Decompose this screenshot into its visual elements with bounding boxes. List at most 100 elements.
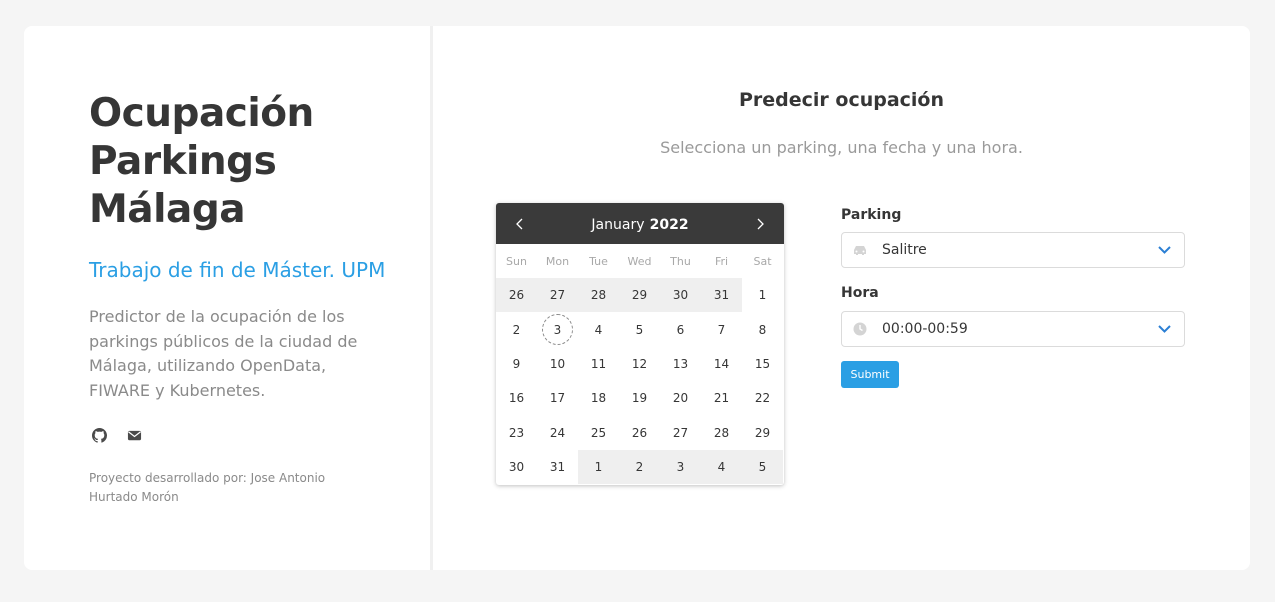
hora-select[interactable]: 00:00-00:59 <box>841 311 1185 347</box>
mail-icon[interactable] <box>127 428 142 443</box>
calendar-day[interactable]: 5 <box>742 449 783 485</box>
parking-select[interactable]: Salitre <box>841 232 1185 268</box>
calendar-day[interactable]: 21 <box>701 381 742 415</box>
calendar-day[interactable]: 26 <box>496 278 537 313</box>
calendar-day[interactable]: 8 <box>742 312 783 346</box>
calendar-day[interactable]: 30 <box>496 450 537 484</box>
calendar-day-number: 21 <box>713 391 730 406</box>
hora-value: 00:00-00:59 <box>882 321 968 337</box>
weekday-label: Tue <box>589 254 608 268</box>
app-description: Predictor de la ocupación de los parking… <box>89 307 358 401</box>
calendar-day-number: 9 <box>512 356 521 371</box>
calendar-day[interactable]: 2 <box>496 312 537 346</box>
calendar-day-number: 29 <box>631 288 648 303</box>
calendar-day[interactable]: 4 <box>701 449 742 485</box>
calendar-day-number: 26 <box>631 425 648 440</box>
calendar-day-number: 5 <box>635 322 644 337</box>
clock-icon <box>842 322 878 336</box>
calendar-day-number: 28 <box>713 425 730 440</box>
calendar-day[interactable]: 17 <box>537 381 578 415</box>
next-month-button[interactable] <box>751 215 769 233</box>
calendar-day[interactable]: 15 <box>742 347 783 381</box>
calendar-month-year: January 2022 <box>591 214 688 233</box>
weekday-label: Wed <box>627 254 652 268</box>
calendar-day-number: 2 <box>635 460 644 475</box>
calendar-day-number: 31 <box>713 288 730 303</box>
calendar-day-number: 14 <box>713 356 730 371</box>
calendar-day-number: 27 <box>549 288 566 303</box>
calendar-day[interactable]: 5 <box>619 312 660 346</box>
calendar-day-number: 4 <box>594 322 603 337</box>
calendar-day[interactable]: 12 <box>619 347 660 381</box>
calendar-day[interactable]: 7 <box>701 312 742 346</box>
calendar-day[interactable]: 13 <box>660 347 701 381</box>
calendar-day-number: 4 <box>717 460 726 475</box>
calendar-day-number: 27 <box>672 425 689 440</box>
calendar-day-number: 3 <box>676 460 685 475</box>
weekday-label: Thu <box>670 254 691 268</box>
weekday-label: Sat <box>753 254 772 268</box>
calendar-day[interactable]: 31 <box>537 450 578 484</box>
calendar-day[interactable]: 1 <box>742 278 783 312</box>
calendar-day[interactable]: 29 <box>619 278 660 313</box>
main-card: Ocupación Parkings Málaga Trabajo de fin… <box>24 26 1250 570</box>
calendar-day[interactable]: 6 <box>660 312 701 346</box>
author-credit: Proyecto desarrollado por: Jose Antonio … <box>89 471 326 504</box>
calendar-day[interactable]: 19 <box>619 381 660 415</box>
calendar-day[interactable]: 25 <box>578 416 619 450</box>
calendar-day[interactable]: 30 <box>660 278 701 313</box>
calendar-day[interactable]: 14 <box>701 347 742 381</box>
calendar-day[interactable]: 10 <box>537 347 578 381</box>
submit-button[interactable]: Submit <box>841 361 899 388</box>
hora-label: Hora <box>841 285 879 301</box>
calendar-day[interactable]: 23 <box>496 416 537 450</box>
calendar-day[interactable]: 2 <box>619 449 660 485</box>
calendar-day-number: 1 <box>758 288 767 303</box>
calendar-day[interactable]: 20 <box>660 381 701 415</box>
chevron-down-icon <box>1144 325 1184 333</box>
calendar-day[interactable]: 29 <box>742 416 783 450</box>
calendar-day-number: 17 <box>549 391 566 406</box>
calendar-day-number: 18 <box>590 391 607 406</box>
calendar-day-number: 28 <box>590 288 607 303</box>
prev-month-button[interactable] <box>511 215 529 233</box>
chevron-left-icon <box>516 218 523 229</box>
calendar-day-number: 19 <box>631 391 648 406</box>
calendar-day-number: 22 <box>754 391 771 406</box>
info-panel: Ocupación Parkings Málaga Trabajo de fin… <box>24 26 430 570</box>
calendar-day-today[interactable]: 3 <box>537 312 578 346</box>
calendar-day[interactable]: 24 <box>537 416 578 450</box>
calendar-day-number: 5 <box>758 460 767 475</box>
calendar-day[interactable]: 28 <box>701 416 742 450</box>
calendar-day-number: 6 <box>676 322 685 337</box>
calendar-day[interactable]: 27 <box>537 278 578 313</box>
calendar-day-number: 3 <box>542 314 573 346</box>
chevron-down-icon <box>1144 246 1184 254</box>
calendar-day[interactable]: 18 <box>578 381 619 415</box>
social-links <box>92 428 142 443</box>
calendar-day-number: 20 <box>672 391 689 406</box>
calendar-month: January <box>591 217 645 233</box>
calendar-day[interactable]: 4 <box>578 312 619 346</box>
calendar-day-number: 30 <box>508 460 525 475</box>
calendar-day[interactable]: 22 <box>742 381 783 415</box>
calendar-year: 2022 <box>649 217 689 233</box>
weekday-row: Sun Mon Tue Wed Thu Fri Sat <box>496 244 784 278</box>
github-icon[interactable] <box>92 428 108 443</box>
weekday-label: Sun <box>506 254 527 268</box>
calendar-day[interactable]: 31 <box>701 278 742 313</box>
calendar-day[interactable]: 9 <box>496 347 537 381</box>
calendar-day[interactable]: 16 <box>496 381 537 415</box>
calendar-day[interactable]: 28 <box>578 278 619 313</box>
calendar-day[interactable]: 1 <box>578 449 619 485</box>
calendar-day-number: 15 <box>754 356 771 371</box>
car-icon <box>842 244 878 256</box>
calendar-day[interactable]: 27 <box>660 416 701 450</box>
calendar-day[interactable]: 3 <box>660 449 701 485</box>
calendar-day-number: 7 <box>717 322 726 337</box>
calendar-day[interactable]: 26 <box>619 416 660 450</box>
calendar-day[interactable]: 11 <box>578 347 619 381</box>
weekday-label: Mon <box>545 254 570 268</box>
day-grid: 26 27 28 29 30 31 1 2 3 4 5 6 7 8 9 10 11 12 13 14 15 16 17 18 1… <box>496 278 784 485</box>
parking-label: Parking <box>841 207 902 223</box>
